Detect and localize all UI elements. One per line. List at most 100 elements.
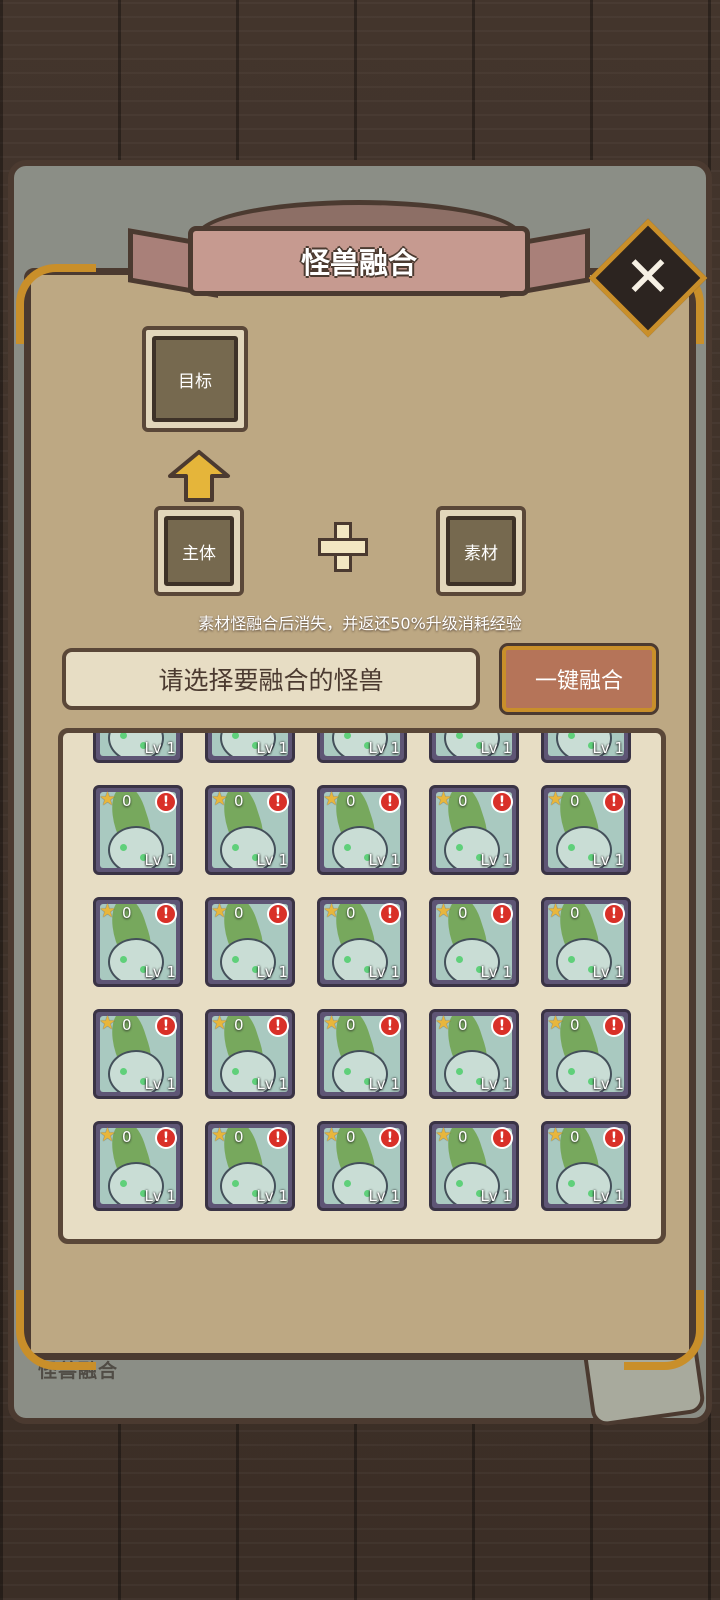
star-icon: ★: [547, 900, 565, 922]
target-slot[interactable]: 目标: [142, 326, 248, 432]
monster-level: Lv 1: [480, 851, 512, 869]
star-icon: ★: [323, 1012, 341, 1034]
monster-card[interactable]: ★0!Lv 1: [205, 733, 295, 763]
star-icon: ★: [323, 1124, 341, 1146]
star-count: 0: [458, 792, 468, 810]
monster-card[interactable]: ★0!Lv 1: [93, 733, 183, 763]
monster-card[interactable]: ★0!Lv 1: [205, 1009, 295, 1099]
monster-card[interactable]: ★ 0! Lv 1: [317, 785, 407, 875]
monster-card[interactable]: ★0!Lv 1: [205, 897, 295, 987]
material-slot-label: 素材: [464, 543, 498, 564]
monster-level: Lv 1: [256, 851, 288, 869]
star-icon: ★: [435, 788, 453, 810]
monster-card[interactable]: ★0!Lv 1: [541, 733, 631, 763]
star-icon: ★: [211, 788, 229, 810]
star-icon: ★: [99, 1124, 117, 1146]
star-icon: ★: [99, 1012, 117, 1034]
monster-level: Lv 1: [368, 739, 400, 757]
corner-ornament: [624, 1290, 704, 1370]
monster-card[interactable]: ★0!Lv 1: [93, 897, 183, 987]
monster-level: Lv 1: [144, 1075, 176, 1093]
star-icon: ★: [323, 900, 341, 922]
monster-list[interactable]: ★ 0! Lv 1 ★ 0! Lv 1 ★ 0! Lv 1 ★ 0! Lv 1 ★ 0! Lv 1 ★ 0! Lv…: [58, 728, 666, 1244]
alert-icon: !: [379, 1015, 401, 1037]
star-count: 0: [458, 904, 468, 922]
monster-level: Lv 1: [480, 1187, 512, 1205]
star-icon: ★: [99, 788, 117, 810]
monster-card[interactable]: ★ 0! Lv 1: [429, 785, 519, 875]
alert-icon: !: [491, 903, 513, 925]
star-count: 0: [570, 904, 580, 922]
alert-icon: !: [379, 791, 401, 813]
plus-icon: [318, 522, 368, 572]
star-icon: ★: [435, 900, 453, 922]
star-count: 0: [122, 1016, 132, 1034]
monster-card[interactable]: ★ 0! Lv 1: [541, 1121, 631, 1211]
one-key-fuse-button[interactable]: 一键融合: [499, 643, 659, 715]
monster-card[interactable]: ★0!Lv 1: [317, 1121, 407, 1211]
monster-level: Lv 1: [480, 739, 512, 757]
star-icon: ★: [547, 1012, 565, 1034]
monster-card[interactable]: ★0!Lv 1: [93, 1121, 183, 1211]
monster-card[interactable]: ★0!Lv 1: [317, 897, 407, 987]
star-icon: ★: [435, 1012, 453, 1034]
alert-icon: !: [491, 1127, 513, 1149]
monster-card[interactable]: ★0!Lv 1: [205, 1121, 295, 1211]
star-count: 0: [122, 904, 132, 922]
alert-icon: !: [267, 1127, 289, 1149]
title-ribbon: 怪兽融合: [188, 226, 530, 296]
monster-card[interactable]: ★0!Lv 1: [93, 1009, 183, 1099]
monster-level: Lv 1: [368, 1187, 400, 1205]
alert-icon: !: [379, 1127, 401, 1149]
star-count: 0: [346, 792, 356, 810]
monster-level: Lv 1: [592, 1187, 624, 1205]
star-icon: ★: [435, 1124, 453, 1146]
monster-card[interactable]: ★ 0! Lv 1: [317, 1009, 407, 1099]
star-icon: ★: [547, 1124, 565, 1146]
star-icon: ★: [323, 788, 341, 810]
monster-card[interactable]: ★0!Lv 1: [429, 733, 519, 763]
monster-card[interactable]: ★ 0! Lv 1: [429, 897, 519, 987]
monster-level: Lv 1: [592, 739, 624, 757]
monster-card[interactable]: ★0!Lv 1: [541, 897, 631, 987]
monster-card[interactable]: ★0!Lv 1: [317, 733, 407, 763]
monster-level: Lv 1: [368, 851, 400, 869]
alert-icon: !: [155, 791, 177, 813]
monster-level: Lv 1: [256, 963, 288, 981]
monster-card[interactable]: ★0!Lv 1: [541, 1009, 631, 1099]
star-count: 0: [234, 1016, 244, 1034]
star-count: 0: [570, 792, 580, 810]
monster-card[interactable]: ★0!Lv 1: [429, 1121, 519, 1211]
monster-level: Lv 1: [368, 963, 400, 981]
main-slot[interactable]: 主体: [154, 506, 244, 596]
material-slot[interactable]: 素材: [436, 506, 526, 596]
star-count: 0: [570, 1128, 580, 1146]
target-slot-label: 目标: [178, 371, 212, 392]
alert-icon: !: [155, 903, 177, 925]
corner-ornament: [16, 1290, 96, 1370]
star-count: 0: [570, 1016, 580, 1034]
monster-card[interactable]: ★0!Lv 1: [429, 1009, 519, 1099]
dialog-title: 怪兽融合: [300, 246, 417, 280]
monster-card[interactable]: ★0!Lv 1: [541, 785, 631, 875]
alert-icon: !: [603, 1127, 625, 1149]
monster-level: Lv 1: [480, 963, 512, 981]
monster-level: Lv 1: [368, 1075, 400, 1093]
monster-level: Lv 1: [144, 739, 176, 757]
star-icon: ★: [211, 1012, 229, 1034]
monster-card[interactable]: ★0!Lv 1: [205, 785, 295, 875]
star-icon: ★: [211, 900, 229, 922]
monster-level: Lv 1: [144, 1187, 176, 1205]
monster-card[interactable]: ★0!Lv 1: [93, 785, 183, 875]
arrow-up-icon: [168, 450, 230, 502]
star-count: 0: [346, 1016, 356, 1034]
close-icon[interactable]: ✕: [606, 236, 690, 320]
corner-ornament: [16, 264, 96, 344]
monster-level: Lv 1: [592, 963, 624, 981]
monster-level: Lv 1: [592, 1075, 624, 1093]
star-icon: ★: [547, 788, 565, 810]
monster-level: Lv 1: [144, 851, 176, 869]
alert-icon: !: [491, 791, 513, 813]
fusion-tip: 素材怪融合后消失，并返还50%升级消耗经验: [198, 614, 522, 633]
main-slot-label: 主体: [182, 543, 216, 564]
